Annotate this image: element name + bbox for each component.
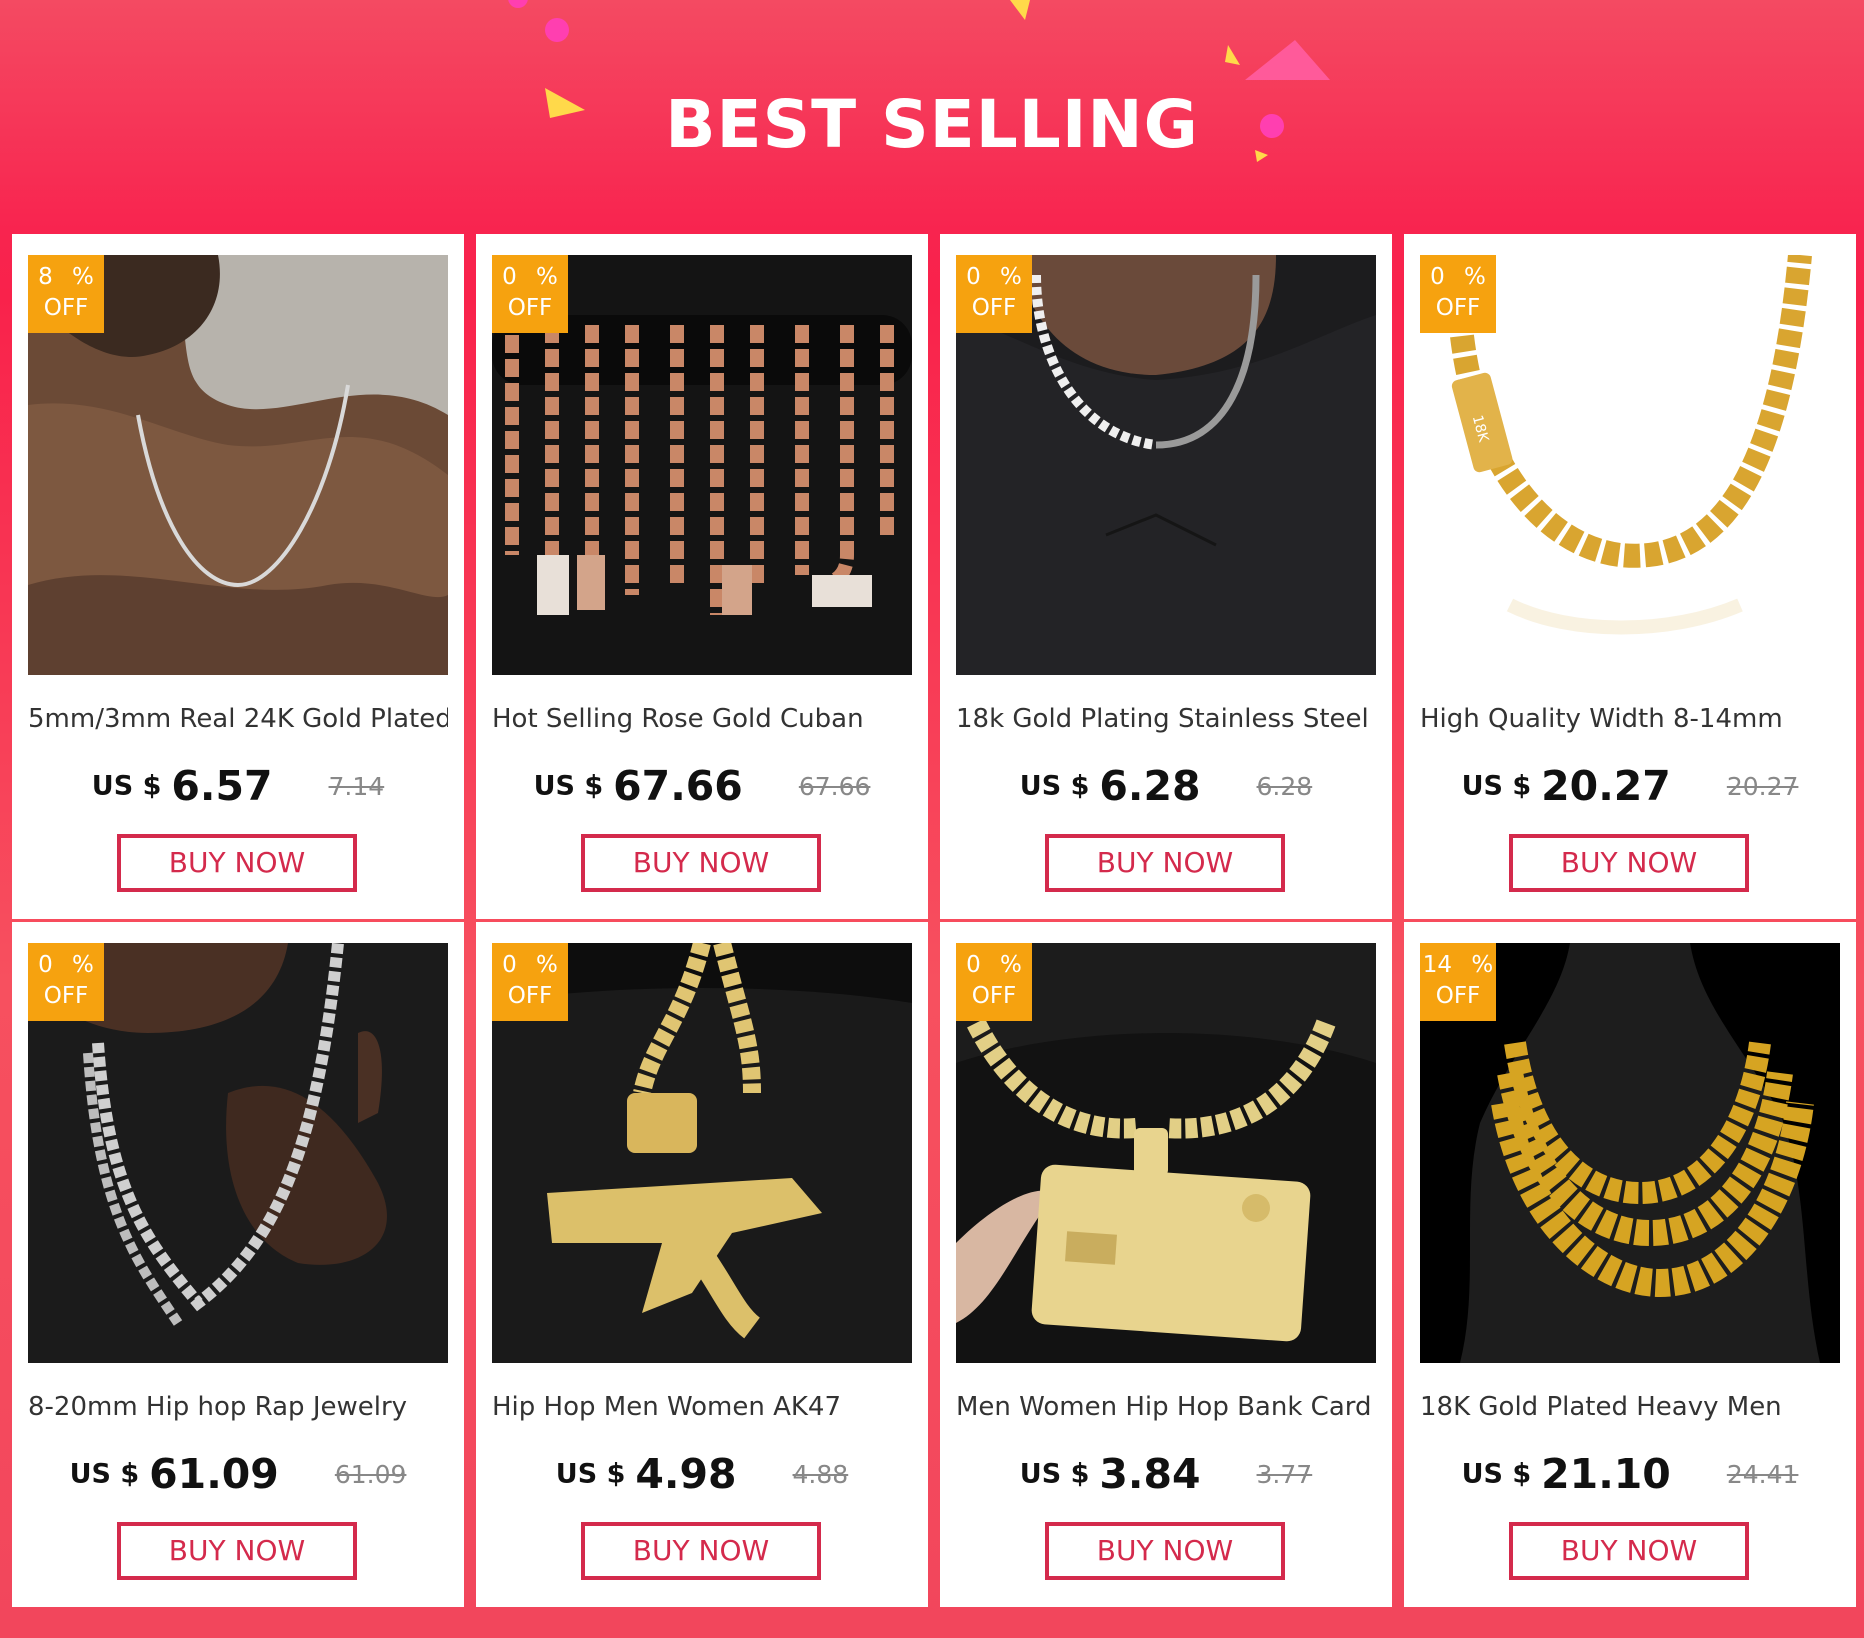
sale-price: 3.84 <box>1099 1450 1201 1498</box>
page-title: BEST SELLING <box>665 86 1199 163</box>
product-name[interactable]: 18k Gold Plating Stainless Steel <box>956 704 1376 734</box>
currency-label: US $ <box>533 770 604 802</box>
product-card[interactable]: 0 % OFF 8-20mm Hip hop Rap Jewelry US $ 6… <box>12 922 464 1607</box>
currency-label: US $ <box>1019 1458 1090 1490</box>
original-price: 6.28 <box>1256 771 1313 801</box>
product-card[interactable]: 0 % OFF Hot Selling Rose Gold Cuban US $… <box>476 234 928 919</box>
original-price: 67.66 <box>798 771 871 801</box>
product-image[interactable]: 14 % OFF <box>1420 943 1840 1363</box>
discount-badge: 0 % OFF <box>28 943 104 1021</box>
product-name[interactable]: 8-20mm Hip hop Rap Jewelry <box>28 1392 448 1422</box>
discount-badge: 14 % OFF <box>1420 943 1496 1021</box>
sale-price: 21.10 <box>1541 1450 1671 1498</box>
product-card[interactable]: 18K 0 % OFF High Quality Width 8-14mm US… <box>1404 234 1856 919</box>
discount-badge: 0 % OFF <box>492 943 568 1021</box>
currency-label: US $ <box>1461 770 1532 802</box>
price-row: US $ 3.84 3.77 <box>940 1450 1392 1510</box>
product-image[interactable]: 0 % OFF <box>492 943 912 1363</box>
product-card[interactable]: 0 % OFF 18k Gold Plating Stainless Steel… <box>940 234 1392 919</box>
product-image[interactable]: 0 % OFF <box>492 255 912 675</box>
product-name[interactable]: Men Women Hip Hop Bank Card <box>956 1392 1376 1422</box>
sale-price: 4.98 <box>635 1450 737 1498</box>
price-row: US $ 61.09 61.09 <box>12 1450 464 1510</box>
original-price: 61.09 <box>334 1459 407 1489</box>
product-image[interactable]: 0 % OFF <box>28 943 448 1363</box>
discount-badge: 0 % OFF <box>956 255 1032 333</box>
buy-now-button[interactable]: BUY NOW <box>1045 834 1285 892</box>
discount-badge: 0 % OFF <box>956 943 1032 1021</box>
discount-badge: 0 % OFF <box>492 255 568 333</box>
price-row: US $ 6.57 7.14 <box>12 762 464 822</box>
product-name[interactable]: Hip Hop Men Women AK47 <box>492 1392 912 1422</box>
price-row: US $ 4.98 4.88 <box>476 1450 928 1510</box>
sale-price: 61.09 <box>149 1450 279 1498</box>
original-price: 20.27 <box>1726 771 1799 801</box>
currency-label: US $ <box>91 770 162 802</box>
price-row: US $ 67.66 67.66 <box>476 762 928 822</box>
buy-now-button[interactable]: BUY NOW <box>117 834 357 892</box>
buy-now-button[interactable]: BUY NOW <box>1509 834 1749 892</box>
product-image[interactable]: 0 % OFF <box>956 943 1376 1363</box>
original-price: 7.14 <box>328 771 385 801</box>
product-name[interactable]: 18K Gold Plated Heavy Men <box>1420 1392 1840 1422</box>
currency-label: US $ <box>1461 1458 1532 1490</box>
buy-now-button[interactable]: BUY NOW <box>581 834 821 892</box>
product-image[interactable]: 0 % OFF <box>956 255 1376 675</box>
buy-now-button[interactable]: BUY NOW <box>1509 1522 1749 1580</box>
sale-price: 67.66 <box>613 762 743 810</box>
product-image[interactable]: 8 % OFF <box>28 255 448 675</box>
product-card[interactable]: 0 % OFF Hip Hop Men Women AK47 US $ 4.98 4… <box>476 922 928 1607</box>
original-price: 24.41 <box>1726 1459 1799 1489</box>
buy-now-button[interactable]: BUY NOW <box>1045 1522 1285 1580</box>
product-card[interactable]: 8 % OFF 5mm/3mm Real 24K Gold Plated US … <box>12 234 464 919</box>
product-name[interactable]: 5mm/3mm Real 24K Gold Plated <box>28 704 448 734</box>
discount-badge: 8 % OFF <box>28 255 104 333</box>
product-image[interactable]: 18K 0 % OFF <box>1420 255 1840 675</box>
product-name[interactable]: High Quality Width 8-14mm <box>1420 704 1840 734</box>
discount-badge: 0 % OFF <box>1420 255 1496 333</box>
product-card[interactable]: 0 % OFF Men Women Hip Hop Bank Card US $… <box>940 922 1392 1607</box>
currency-label: US $ <box>69 1458 140 1490</box>
buy-now-button[interactable]: BUY NOW <box>117 1522 357 1580</box>
currency-label: US $ <box>1019 770 1090 802</box>
sale-price: 6.57 <box>171 762 273 810</box>
original-price: 3.77 <box>1256 1459 1313 1489</box>
price-row: US $ 21.10 24.41 <box>1404 1450 1856 1510</box>
buy-now-button[interactable]: BUY NOW <box>581 1522 821 1580</box>
best-selling-banner: BEST SELLING 8 % OFF 5mm/3mm Real 24K Go… <box>0 0 1864 1638</box>
original-price: 4.88 <box>792 1459 849 1489</box>
currency-label: US $ <box>555 1458 626 1490</box>
sale-price: 6.28 <box>1099 762 1201 810</box>
sale-price: 20.27 <box>1541 762 1671 810</box>
price-row: US $ 6.28 6.28 <box>940 762 1392 822</box>
product-card[interactable]: 14 % OFF 18K Gold Plated Heavy Men US $ 2… <box>1404 922 1856 1607</box>
product-name[interactable]: Hot Selling Rose Gold Cuban <box>492 704 912 734</box>
price-row: US $ 20.27 20.27 <box>1404 762 1856 822</box>
